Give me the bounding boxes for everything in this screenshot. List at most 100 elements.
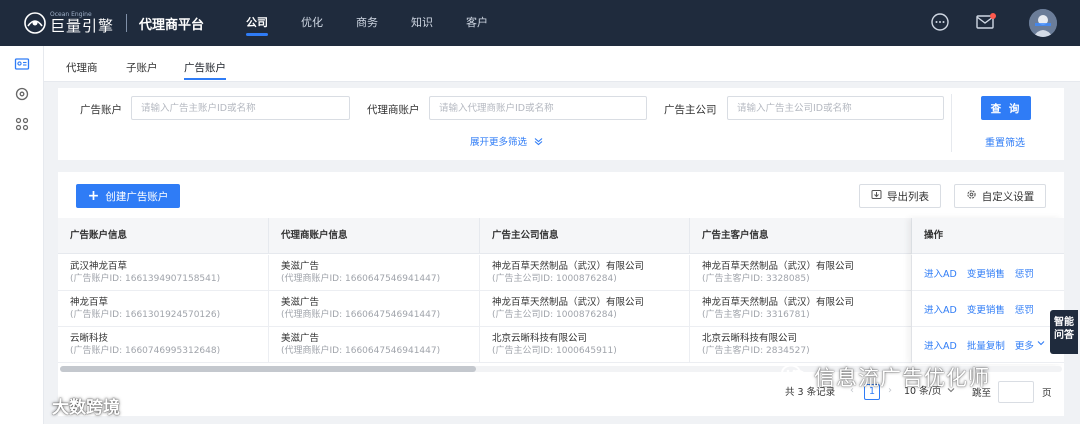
advertiser-company-input[interactable] xyxy=(727,96,944,120)
watermark-right-text: 信息流广告优化师 xyxy=(814,366,990,390)
enter-ad-link[interactable]: 进入AD xyxy=(924,338,957,352)
export-list-button[interactable]: 导出列表 xyxy=(859,184,941,208)
operations-column: 操作 进入AD 变更销售 惩罚 进入AD 变更销售 惩罚 进入AD 批量复制 更… xyxy=(912,218,1064,364)
advertiser-company-id: (广告主公司ID: 1000876284) xyxy=(492,274,617,284)
cell-advertiser-customer: 北京云晰科技有限公司 (广告主客户ID: 2834527) xyxy=(690,327,912,363)
ad-account-id: (广告账户ID: 1660746995312648) xyxy=(70,346,221,356)
top-nav: 公司 优化 商务 知识 客户 xyxy=(246,0,521,46)
expand-filter-link[interactable]: 展开更多筛选 xyxy=(470,134,543,149)
watermark-right: 信息流广告优化师 xyxy=(780,362,990,392)
advertiser-company-id: (广告主公司ID: 1000876284) xyxy=(492,310,617,320)
smart-qa-button[interactable]: 智能 问答 xyxy=(1050,310,1078,354)
ad-account-input[interactable] xyxy=(131,96,350,120)
plus-icon: + xyxy=(87,188,100,204)
cell-advertiser-customer: 神龙百草天然制品（武汉）有限公司 (广告主客户ID: 3316781) xyxy=(690,291,912,327)
advertiser-customer-name: 神龙百草天然制品（武汉）有限公司 xyxy=(702,261,855,272)
batch-copy-link[interactable]: 批量复制 xyxy=(967,338,1005,352)
advertiser-company-name: 神龙百草天然制品（武汉）有限公司 xyxy=(492,261,645,272)
id-card-icon[interactable] xyxy=(14,56,30,72)
jump-page-input[interactable] xyxy=(998,381,1034,403)
chevron-down-icon[interactable] xyxy=(1037,339,1045,350)
agent-account-input[interactable] xyxy=(429,96,647,120)
ad-account-label: 广告账户 xyxy=(80,104,122,116)
tab-ad-account[interactable]: 广告账户 xyxy=(184,60,226,80)
watermark-left-text: 大数跨境 xyxy=(52,398,120,418)
advertiser-company-id: (广告主公司ID: 1000645911) xyxy=(492,346,617,356)
agent-account-name: 美滋广告 xyxy=(281,333,320,344)
col-advertiser-company: 广告主公司信息 xyxy=(480,218,690,254)
scrollbar-thumb[interactable] xyxy=(60,366,476,372)
advertiser-company-name: 神龙百草天然制品（武汉）有限公司 xyxy=(492,297,645,308)
more-circle-icon[interactable] xyxy=(930,12,950,32)
smart-qa-line1: 智能 xyxy=(1054,317,1074,328)
tab-agent[interactable]: 代理商 xyxy=(66,60,98,75)
agent-account-id: (代理商账户ID: 1660647546941447) xyxy=(281,274,441,284)
change-sales-link[interactable]: 变更销售 xyxy=(967,302,1005,316)
top-bar: Ocean Engine 巨量引擎 代理商平台 公司 优化 商务 知识 客户 xyxy=(0,0,1080,46)
cell-agent-account: 美滋广告 (代理商账户ID: 1660647546941447) xyxy=(269,291,480,327)
create-ad-account-button[interactable]: + 创建广告账户 xyxy=(76,184,180,208)
left-rail xyxy=(0,46,44,424)
export-list-label: 导出列表 xyxy=(887,190,929,203)
cell-advertiser-company: 神龙百草天然制品（武汉）有限公司 (广告主公司ID: 1000876284) xyxy=(480,291,690,327)
filter-panel: 广告账户 代理商账户 广告主公司 查 询 重置筛选 展开更多筛选 xyxy=(58,88,1064,160)
nav-customer[interactable]: 客户 xyxy=(466,0,488,46)
change-sales-link[interactable]: 变更销售 xyxy=(967,266,1005,280)
col-ad-account: 广告账户信息 xyxy=(58,218,269,254)
ocean-engine-logo-icon xyxy=(22,10,48,36)
query-button[interactable]: 查 询 xyxy=(981,96,1031,120)
sub-tabs: 代理商 子账户 广告账户 xyxy=(44,46,1080,82)
cell-ad-account: 武汉神龙百草 (广告账户ID: 1661394907158541) xyxy=(58,255,269,291)
connect-icon[interactable] xyxy=(14,116,30,132)
agent-account-name: 美滋广告 xyxy=(281,261,320,272)
agent-account-label: 代理商账户 xyxy=(367,104,420,116)
advertiser-customer-name: 北京云晰科技有限公司 xyxy=(702,333,798,344)
watermark-left: 大数跨境 xyxy=(8,392,120,419)
gear-icon xyxy=(966,189,982,203)
nav-optimize[interactable]: 优化 xyxy=(301,0,323,46)
operations-cell: 进入AD 变更销售 惩罚 xyxy=(912,291,1064,327)
advertiser-customer-name: 神龙百草天然制品（武汉）有限公司 xyxy=(702,297,855,308)
operations-cell: 进入AD 批量复制 更多 xyxy=(912,327,1064,363)
agent-account-name: 美滋广告 xyxy=(281,297,320,308)
more-link[interactable]: 更多 xyxy=(1015,338,1034,352)
operations-cell: 进入AD 变更销售 惩罚 xyxy=(912,255,1064,291)
mail-icon[interactable] xyxy=(975,12,996,32)
agent-account-id: (代理商账户ID: 1660647546941447) xyxy=(281,310,441,320)
col-operations: 操作 xyxy=(912,218,1064,254)
export-icon xyxy=(871,189,887,203)
nav-company[interactable]: 公司 xyxy=(246,0,268,46)
nav-knowledge[interactable]: 知识 xyxy=(411,0,433,46)
cell-ad-account: 云晰科技 (广告账户ID: 1660746995312648) xyxy=(58,327,269,363)
logo-cn: 巨量引擎 xyxy=(50,17,115,35)
advertiser-company-name: 北京云晰科技有限公司 xyxy=(492,333,588,344)
platform-title: 代理商平台 xyxy=(139,17,205,33)
penalty-link[interactable]: 惩罚 xyxy=(1015,266,1034,280)
ad-account-id: (广告账户ID: 1661394907158541) xyxy=(70,274,221,284)
col-advertiser-customer: 广告主客户信息 xyxy=(690,218,912,254)
enter-ad-link[interactable]: 进入AD xyxy=(924,302,957,316)
ad-account-name: 神龙百草 xyxy=(70,297,109,308)
nav-business[interactable]: 商务 xyxy=(356,0,378,46)
reset-filter-link[interactable]: 重置筛选 xyxy=(985,134,1025,149)
filter-divider xyxy=(951,94,952,152)
logo[interactable]: Ocean Engine 巨量引擎 代理商平台 xyxy=(22,10,204,36)
cell-agent-account: 美滋广告 (代理商账户ID: 1660647546941447) xyxy=(269,327,480,363)
tab-sub-account[interactable]: 子账户 xyxy=(126,60,158,75)
smart-qa-line2: 问答 xyxy=(1054,330,1074,341)
advertiser-customer-id: (广告主客户ID: 3328085) xyxy=(702,274,810,284)
avatar[interactable] xyxy=(1029,9,1057,37)
advertiser-company-label: 广告主公司 xyxy=(664,104,717,116)
target-icon[interactable] xyxy=(14,86,30,102)
ad-account-name: 云晰科技 xyxy=(70,333,109,344)
cell-advertiser-customer: 神龙百草天然制品（武汉）有限公司 (广告主客户ID: 3328085) xyxy=(690,255,912,291)
cell-advertiser-company: 神龙百草天然制品（武汉）有限公司 (广告主公司ID: 1000876284) xyxy=(480,255,690,291)
advertiser-customer-id: (广告主客户ID: 3316781) xyxy=(702,310,810,320)
penalty-link[interactable]: 惩罚 xyxy=(1015,302,1034,316)
ad-account-id: (广告账户ID: 1661301924570126) xyxy=(70,310,221,320)
create-ad-account-label: 创建广告账户 xyxy=(105,190,169,203)
customize-settings-button[interactable]: 自定义设置 xyxy=(954,184,1046,208)
cell-advertiser-company: 北京云晰科技有限公司 (广告主公司ID: 1000645911) xyxy=(480,327,690,363)
enter-ad-link[interactable]: 进入AD xyxy=(924,266,957,280)
customize-settings-label: 自定义设置 xyxy=(981,190,1035,203)
